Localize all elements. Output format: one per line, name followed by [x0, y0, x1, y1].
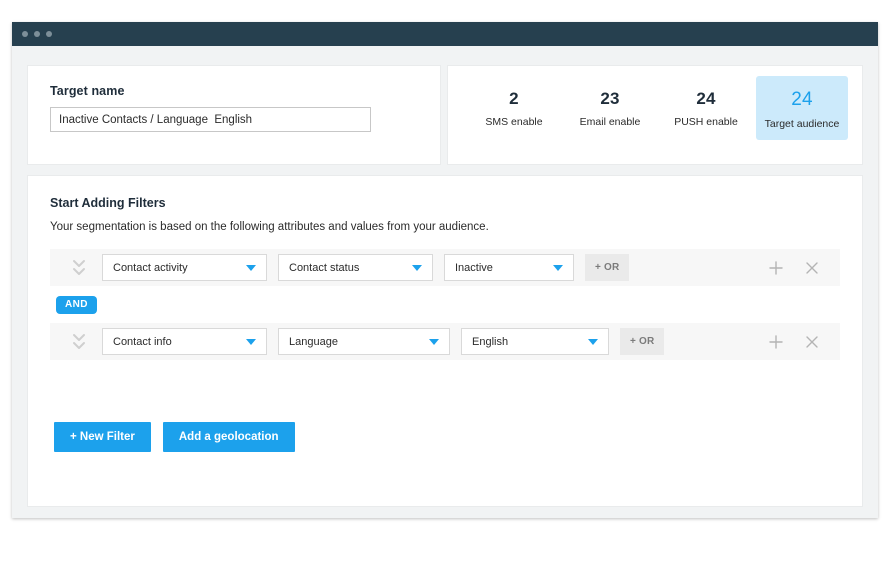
add-geolocation-button[interactable]: Add a geolocation: [162, 422, 295, 452]
stat-value: 2: [509, 89, 519, 108]
filter-attribute-select[interactable]: Contact activity: [102, 254, 267, 281]
stat-label: PUSH enable: [674, 115, 738, 128]
add-filter-row-button[interactable]: [768, 334, 784, 350]
target-name-input[interactable]: [50, 107, 371, 132]
filter-value-value: Inactive: [455, 261, 493, 274]
page-content: Target name 2 SMS enable 23 Email enable…: [12, 46, 878, 518]
filter-field-value: Language: [289, 335, 338, 348]
plus-icon: [769, 334, 783, 349]
new-filter-button[interactable]: + New Filter: [54, 422, 151, 452]
stat-label: Target audience: [764, 117, 840, 130]
chevron-down-icon: [246, 264, 256, 271]
filters-title: Start Adding Filters: [50, 196, 166, 210]
stat-sms-enable: 2 SMS enable: [468, 76, 560, 138]
filter-row-actions: [768, 334, 830, 350]
add-or-condition-button[interactable]: + OR: [620, 328, 665, 355]
audience-stats-card: 2 SMS enable 23 Email enable 24 PUSH ena…: [448, 66, 862, 164]
double-chevron-down-icon: [73, 333, 85, 349]
filter-field-value: Contact status: [289, 261, 360, 274]
stat-target-audience: 24 Target audience: [756, 76, 848, 140]
chevron-down-icon: [588, 338, 598, 345]
reorder-handle[interactable]: [56, 331, 102, 353]
filter-value-value: English: [472, 335, 509, 348]
plus-icon: [769, 260, 783, 275]
filter-value-select[interactable]: English: [461, 328, 609, 355]
window-controls[interactable]: [22, 31, 52, 37]
stat-value: 23: [600, 89, 620, 108]
stat-label: SMS enable: [485, 115, 543, 128]
close-icon: [806, 335, 818, 348]
target-name-card: Target name: [28, 66, 440, 164]
filter-row: Contact activity Contact status Inactive…: [50, 249, 840, 286]
stat-value: 24: [791, 89, 813, 110]
filter-field-select[interactable]: Language: [278, 328, 450, 355]
stat-push-enable: 24 PUSH enable: [660, 76, 752, 138]
filter-connector: AND: [50, 286, 840, 323]
chevron-down-icon: [412, 264, 422, 271]
filters-card: Start Adding Filters Your segmentation i…: [28, 176, 862, 506]
target-name-label: Target name: [50, 84, 125, 98]
app-window: Target name 2 SMS enable 23 Email enable…: [12, 22, 878, 518]
remove-filter-row-button[interactable]: [804, 334, 820, 350]
summary-row: Target name 2 SMS enable 23 Email enable…: [12, 46, 878, 164]
window-dot-minimize-icon[interactable]: [34, 31, 40, 37]
add-filter-row-button[interactable]: [768, 260, 784, 276]
chevron-down-icon: [553, 264, 563, 271]
filter-field-select[interactable]: Contact status: [278, 254, 433, 281]
filter-row-actions: [768, 260, 830, 276]
window-titlebar: [12, 22, 878, 46]
window-dot-maximize-icon[interactable]: [46, 31, 52, 37]
filter-actions: + New Filter Add a geolocation: [50, 422, 840, 452]
filter-attribute-select[interactable]: Contact info: [102, 328, 267, 355]
window-dot-close-icon[interactable]: [22, 31, 28, 37]
filter-row: Contact info Language English + OR: [50, 323, 840, 360]
remove-filter-row-button[interactable]: [804, 260, 820, 276]
filter-value-select[interactable]: Inactive: [444, 254, 574, 281]
stat-value: 24: [696, 89, 716, 108]
chevron-down-icon: [429, 338, 439, 345]
stat-email-enable: 23 Email enable: [564, 76, 656, 138]
reorder-handle[interactable]: [56, 257, 102, 279]
close-icon: [806, 261, 818, 274]
stat-label: Email enable: [579, 115, 641, 128]
filters-subtitle: Your segmentation is based on the follow…: [50, 221, 489, 233]
chevron-down-icon: [246, 338, 256, 345]
add-or-condition-button[interactable]: + OR: [585, 254, 630, 281]
double-chevron-down-icon: [73, 259, 85, 275]
and-badge[interactable]: AND: [56, 295, 97, 314]
filter-attribute-value: Contact activity: [113, 261, 188, 274]
filter-attribute-value: Contact info: [113, 335, 172, 348]
